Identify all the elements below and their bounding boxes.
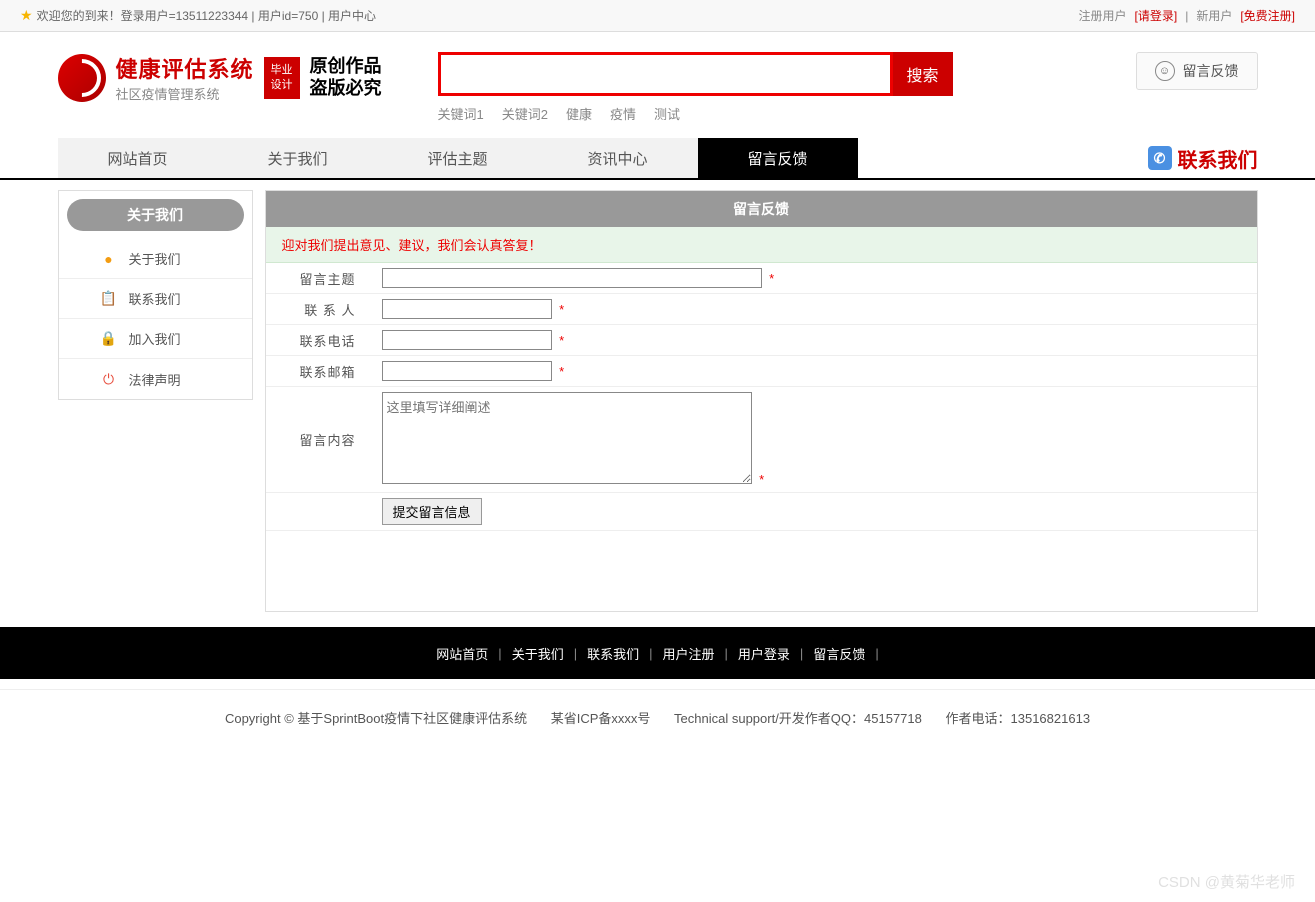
support-icon: ☺ — [1155, 61, 1175, 81]
keyword-link[interactable]: 关键词1 — [438, 104, 484, 123]
footer-link[interactable]: 网站首页 — [436, 644, 488, 663]
label-subject: 留言主题 — [266, 263, 376, 294]
sidebar-item-about[interactable]: ● 关于我们 — [59, 239, 252, 279]
content-textarea[interactable] — [382, 392, 752, 484]
contact-us[interactable]: ✆ 联系我们 — [1148, 144, 1258, 173]
keyword-link[interactable]: 健康 — [566, 104, 592, 123]
phone-icon: ✆ — [1148, 146, 1172, 170]
logo-text: 健康评估系统 社区疫情管理系统 — [116, 52, 254, 103]
phone-input[interactable] — [382, 330, 552, 350]
main-panel: 留言反馈 迎对我们提出意见、建议，我们会认真答复！ 留言主题 * 联 系 人 *… — [265, 190, 1258, 612]
new-user-label: 新用户 — [1196, 7, 1232, 24]
nav-home[interactable]: 网站首页 — [58, 138, 218, 178]
feedback-form: 留言主题 * 联 系 人 * 联系电话 * — [266, 263, 1257, 531]
icp-text: 某省ICP备xxxx号 — [551, 711, 651, 726]
sidebar-title: 关于我们 — [67, 199, 244, 231]
clipboard-icon: 📋 — [101, 291, 117, 307]
info-icon: ● — [101, 251, 117, 267]
star-icon: ★ — [20, 7, 33, 24]
required-mark: * — [559, 302, 564, 317]
nav-about[interactable]: 关于我们 — [218, 138, 378, 178]
sidebar-item-legal[interactable]: ⏻ 法律声明 — [59, 359, 252, 399]
label-content: 留言内容 — [266, 387, 376, 493]
top-bar: ★ 欢迎您的到来！登录用户=13511223344 | 用户id=750 | 用… — [0, 0, 1315, 32]
main-nav: 网站首页 关于我们 评估主题 资讯中心 留言反馈 ✆ 联系我们 — [58, 138, 1258, 178]
footer-link[interactable]: 留言反馈 — [813, 644, 865, 663]
copyright-text: Copyright © 基于SprintBoot疫情下社区健康评估系统 — [225, 711, 527, 726]
sidebar-item-label: 法律声明 — [129, 370, 181, 389]
search-button[interactable]: 搜索 — [893, 52, 953, 96]
search-block: 搜索 关键词1 关键词2 健康 疫情 测试 — [438, 52, 1116, 123]
contact-input[interactable] — [382, 299, 552, 319]
nav-news[interactable]: 资讯中心 — [538, 138, 698, 178]
required-mark: * — [769, 271, 774, 286]
sidebar-item-join[interactable]: 🔒 加入我们 — [59, 319, 252, 359]
grad-badge: 毕业 设计 — [264, 57, 300, 99]
slogan: 原创作品 盗版必究 — [310, 56, 382, 99]
submit-button[interactable]: 提交留言信息 — [382, 498, 482, 525]
logo-block[interactable]: 健康评估系统 社区疫情管理系统 毕业 设计 原创作品 盗版必究 — [58, 52, 418, 103]
required-mark: * — [759, 472, 764, 487]
footer-nav: 网站首页| 关于我们| 联系我们| 用户注册| 用户登录| 留言反馈| — [0, 627, 1315, 679]
footer-link[interactable]: 关于我们 — [512, 644, 564, 663]
nav-topics[interactable]: 评估主题 — [378, 138, 538, 178]
sidebar-item-label: 联系我们 — [129, 289, 181, 308]
notice-bar: 迎对我们提出意见、建议，我们会认真答复！ — [266, 227, 1257, 263]
power-icon: ⏻ — [101, 371, 117, 387]
required-mark: * — [559, 333, 564, 348]
label-contact: 联 系 人 — [266, 294, 376, 325]
support-text: Technical support/开发作者QQ：45157718 — [674, 711, 922, 726]
sidebar-item-contact[interactable]: 📋 联系我们 — [59, 279, 252, 319]
header: 健康评估系统 社区疫情管理系统 毕业 设计 原创作品 盗版必究 搜索 关键词1 … — [58, 32, 1258, 138]
logo-icon — [58, 54, 106, 102]
keyword-link[interactable]: 疫情 — [610, 104, 636, 123]
footer-link[interactable]: 用户登录 — [738, 644, 790, 663]
reg-user-label: 注册用户 — [1079, 7, 1127, 24]
welcome-text[interactable]: 欢迎您的到来！登录用户=13511223344 | 用户id=750 | 用户中… — [37, 7, 376, 24]
sidebar-item-label: 加入我们 — [129, 329, 181, 348]
subject-input[interactable] — [382, 268, 762, 288]
footer-link[interactable]: 用户注册 — [663, 644, 715, 663]
content: 关于我们 ● 关于我们 📋 联系我们 🔒 加入我们 ⏻ 法律声明 留言反馈 迎对… — [58, 190, 1258, 612]
lock-icon: 🔒 — [101, 331, 117, 347]
site-title: 健康评估系统 — [116, 52, 254, 84]
free-register-link[interactable]: [免费注册] — [1240, 7, 1295, 24]
keyword-link[interactable]: 关键词2 — [502, 104, 548, 123]
email-input[interactable] — [382, 361, 552, 381]
topbar-right: 注册用户 [请登录] | 新用户 [免费注册] — [1079, 7, 1296, 24]
required-mark: * — [559, 364, 564, 379]
contact-us-label: 联系我们 — [1178, 144, 1258, 173]
label-phone: 联系电话 — [266, 325, 376, 356]
nav-wrap: 网站首页 关于我们 评估主题 资讯中心 留言反馈 ✆ 联系我们 — [0, 138, 1315, 180]
sidebar: 关于我们 ● 关于我们 📋 联系我们 🔒 加入我们 ⏻ 法律声明 — [58, 190, 253, 400]
copyright: Copyright © 基于SprintBoot疫情下社区健康评估系统 某省IC… — [0, 689, 1315, 745]
panel-title: 留言反馈 — [266, 191, 1257, 227]
watermark: CSDN @黄菊华老师 — [1158, 871, 1295, 892]
feedback-button-label: 留言反馈 — [1183, 61, 1239, 81]
topbar-divider: | — [1185, 9, 1188, 23]
nav-feedback[interactable]: 留言反馈 — [698, 138, 858, 178]
topbar-left: ★ 欢迎您的到来！登录用户=13511223344 | 用户id=750 | 用… — [20, 7, 376, 24]
feedback-button[interactable]: ☺ 留言反馈 — [1136, 52, 1258, 90]
nav-menu: 网站首页 关于我们 评估主题 资讯中心 留言反馈 — [58, 138, 858, 178]
site-subtitle: 社区疫情管理系统 — [116, 84, 254, 103]
footer-link[interactable]: 联系我们 — [587, 644, 639, 663]
label-email: 联系邮箱 — [266, 356, 376, 387]
login-link[interactable]: [请登录] — [1135, 7, 1178, 24]
search-input[interactable] — [438, 52, 893, 96]
keyword-link[interactable]: 测试 — [654, 104, 680, 123]
keyword-list: 关键词1 关键词2 健康 疫情 测试 — [438, 104, 1116, 123]
sidebar-item-label: 关于我们 — [129, 249, 181, 268]
author-phone: 作者电话：13516821613 — [946, 711, 1091, 726]
